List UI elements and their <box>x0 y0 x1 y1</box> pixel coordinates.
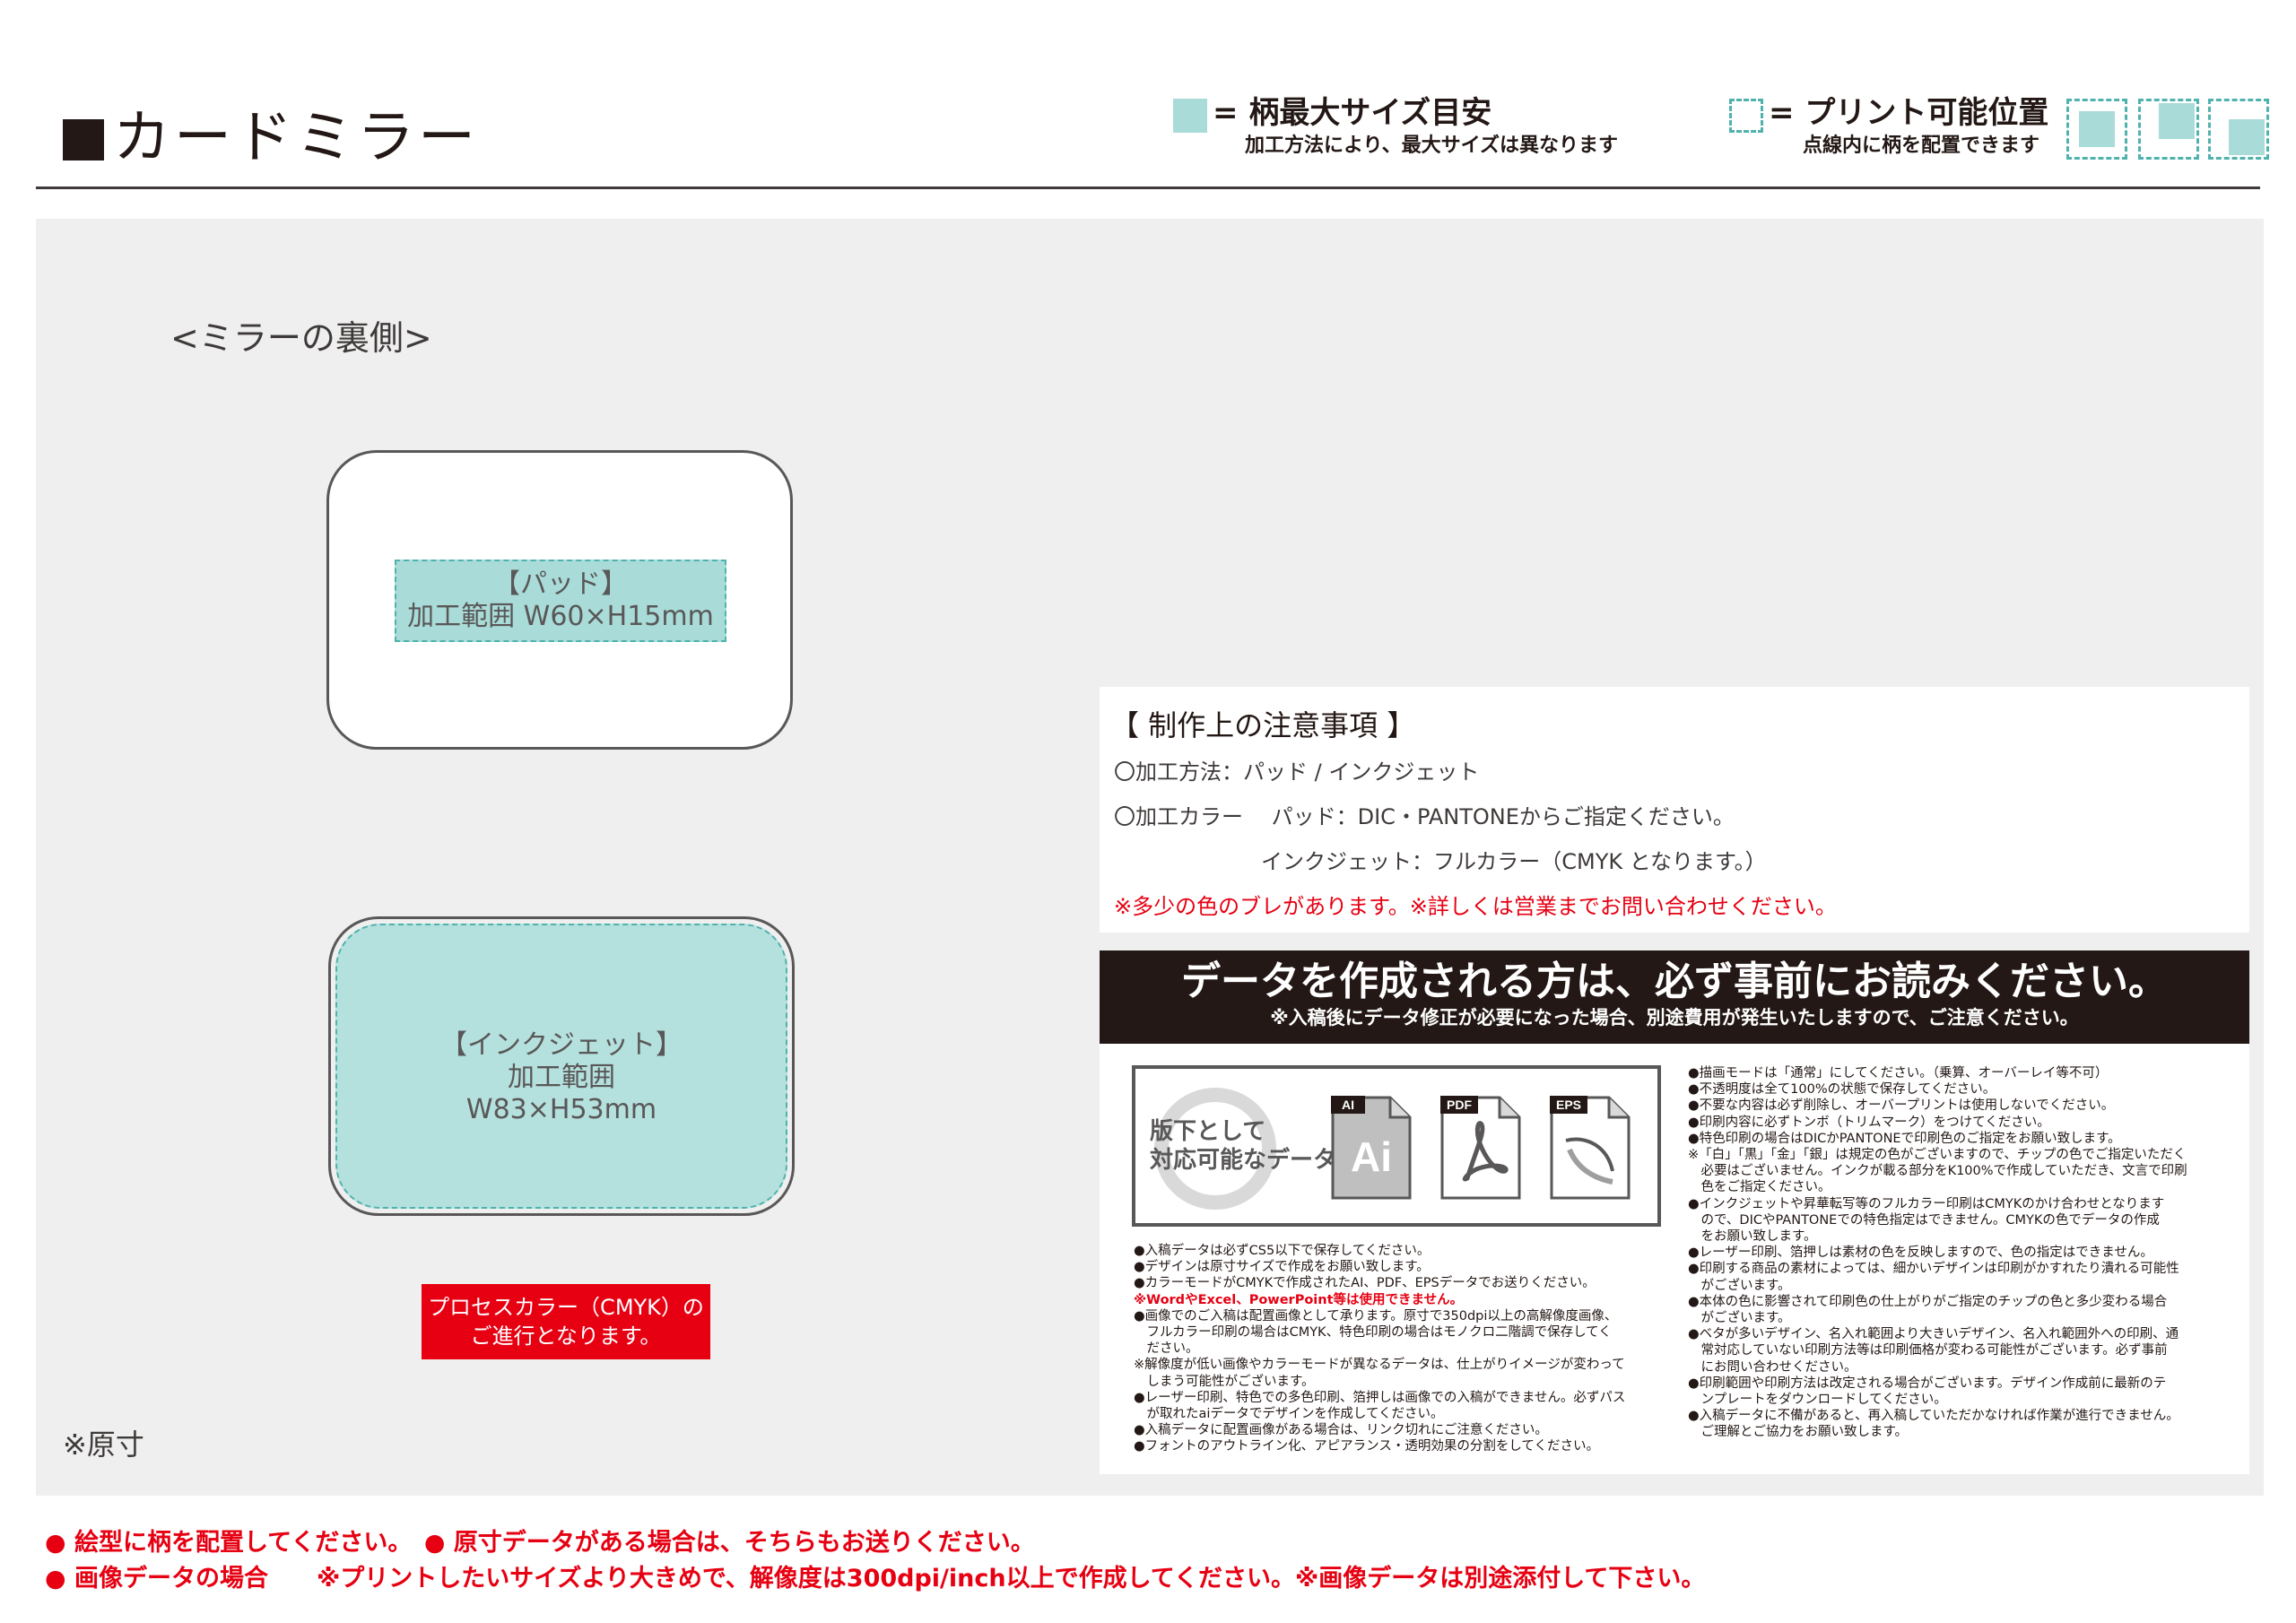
guideline-item: 色をご指定ください。 <box>1688 1180 1831 1195</box>
guideline-item: ※解像度が低い画像やカラーモードが異なるデータは、仕上がりイメージが変わって <box>1134 1358 1625 1373</box>
notes-warning: ※多少の色のブレがあります。※詳しくは営業までお問い合わせください。 <box>1114 894 1837 919</box>
process-line-2: ご進行となります。 <box>470 1324 662 1349</box>
guideline-item: ●画像でのご入稿は配置画像として承ります。原寸で350dpi以上の高解像度画像、 <box>1134 1308 1618 1324</box>
inkjet-title: 【インクジェット】 <box>440 1029 683 1061</box>
guideline-item: 必要はございません。インクが載る部分をK100%で作成していただき、文言で印刷 <box>1688 1164 2187 1179</box>
pad-range: 加工範囲 W60×H15mm <box>407 601 714 632</box>
position-example-bottom-right-icon <box>2208 99 2269 160</box>
black-square-icon <box>63 119 104 161</box>
ai-file-icon: AI Ai <box>1331 1096 1412 1200</box>
guideline-item: ださい。 <box>1134 1341 1199 1357</box>
guideline-item: ※「白」「黒」「金」「銀」は規定の色がございますので、チップの色でご指定いただく <box>1688 1148 2187 1163</box>
guideline-item: ●特色印刷の場合はDICかPANTONEで印刷色のご指定をお願い致します。 <box>1688 1131 2121 1146</box>
guideline-item: ンプレートをダウンロードしてください。 <box>1688 1393 1947 1408</box>
legend-fill-swatch <box>1173 99 1207 133</box>
section-label: <ミラーの裏側> <box>170 318 432 358</box>
eps-tag: EPS <box>1556 1098 1581 1112</box>
header-divider <box>36 187 2260 189</box>
notes-color-pad: 〇加工カラー パッド：DIC・PANTONEからご指定ください。 <box>1114 804 1735 829</box>
footer-line-2: ● 画像データの場合 ※プリントしたいサイズより大きめで、解像度は300dpi/… <box>45 1565 1706 1593</box>
legend-fill-sub: 加工方法により、最大サイズは異なります <box>1245 135 1619 157</box>
notes-title: 【 制作上の注意事項 】 <box>1110 708 1416 742</box>
process-line-1: プロセスカラー（CMYK）の <box>428 1295 704 1320</box>
data-header-sub: ※入稿後にデータ修正が必要になった場合、別途費用が発生いたしますので、ご注意くだ… <box>1270 1007 2079 1028</box>
formats-label: 版下として 対応可能なデータ <box>1150 1117 1336 1175</box>
guideline-item: ●カラーモードがCMYKで作成されたAI、PDF、EPSデータでお送りください。 <box>1134 1276 1596 1291</box>
footer-line-1: ● 絵型に柄を配置してください。 ● 原寸データがある場合は、そちらもお送りくだ… <box>45 1529 1035 1557</box>
position-example-center-icon <box>2066 99 2127 160</box>
pdf-file-icon: PDF <box>1440 1096 1521 1200</box>
pad-print-area: 【パッド】 加工範囲 W60×H15mm <box>395 560 726 642</box>
legend-dash-swatch <box>1729 99 1763 133</box>
pad-title: 【パッド】 <box>493 568 628 600</box>
inkjet-range-size: W83×H53mm <box>465 1094 657 1125</box>
inkjet-range-label: 加工範囲 <box>508 1062 615 1093</box>
right-guidelines-list: ●描画モードは「通常」にしてください。（乗算、オーバーレイ等不可） ●不透明度は全… <box>1688 1065 2187 1441</box>
guideline-item: ●不要な内容は必ず削除し、オーバープリントは使用しないでください。 <box>1688 1098 2115 1114</box>
guideline-item: ●ベタが多いデザイン、名入れ範囲より大きいデザイン、名入れ範囲外への印刷、通 <box>1688 1327 2179 1342</box>
formats-label-line-2: 対応可能なデータ <box>1150 1147 1337 1174</box>
data-header: データを作成される方は、必ず事前にお読みください。 ※入稿後にデータ修正が必要に… <box>1100 950 2249 1044</box>
legend-fill-label: = 柄最大サイズ目安 <box>1213 95 1492 131</box>
ai-tag: AI <box>1342 1098 1354 1112</box>
guideline-item: ●レーザー印刷、箔押しは素材の色を反映しますので、色の指定はできません。 <box>1688 1245 2153 1261</box>
guideline-item: ●入稿データは必ずCS5以下で保存してください。 <box>1134 1244 1431 1258</box>
guideline-item: ●デザインは原寸サイズで作成をお願い致します。 <box>1134 1260 1430 1275</box>
guideline-item: ●入稿データに不備があると、再入稿していただかなければ作業が進行できません。 <box>1688 1409 2179 1424</box>
guideline-item: ●印刷範囲や印刷方法は改定される場合がございます。デザイン作成前に最新のテ <box>1688 1376 2167 1391</box>
actual-size-note: ※原寸 <box>63 1428 144 1462</box>
ai-glyph: Ai <box>1351 1133 1392 1180</box>
guideline-item: しまう可能性がございます。 <box>1134 1374 1315 1389</box>
guideline-item: 常対応していない印刷方法等は印刷価格が変わる可能性がございます。必ず事前 <box>1688 1343 2168 1358</box>
data-header-main: データを作成される方は、必ず事前にお読みください。 <box>1181 959 2168 1004</box>
guideline-item: ●本体の色に影響されて印刷色の仕上がりがご指定のチップの色と多少変わる場合 <box>1688 1294 2168 1309</box>
legend-dash-label: = プリント可能位置 <box>1769 95 2049 131</box>
guideline-item: ●レーザー印刷、特色での多色印刷、箔押しは画像での入稿ができません。必ずパス <box>1134 1390 1626 1405</box>
page-title-text: カードミラー <box>113 105 479 171</box>
guideline-item: ●不透明度は全て100%の状態で保存してください。 <box>1688 1082 1996 1098</box>
guideline-item: ので、DICやPANTONEでの特色指定はできません。CMYKの色でデータの作成 <box>1688 1212 2160 1228</box>
guideline-item: ●入稿データに配置画像がある場合は、リンク切れにご注意ください。 <box>1134 1423 1548 1438</box>
left-guidelines-list: ●入稿データは必ずCS5以下で保存してください。 ●デザインは原寸サイズで作成をお… <box>1134 1243 1625 1455</box>
legend-dash-sub: 点線内に柄を配置できます <box>1803 135 2040 157</box>
guideline-item: ●印刷する商品の素材によっては、細かいデザインは印刷がかすれたり潰れる可能性 <box>1688 1262 2179 1277</box>
formats-label-line-1: 版下として <box>1150 1118 1266 1145</box>
notes-method: 〇加工方法：パッド / インクジェット <box>1114 759 1480 785</box>
guideline-item: ●フォントのアウトライン化、アピアランス・透明効果の分割をしてください。 <box>1134 1439 1599 1454</box>
guideline-item: がございます。 <box>1688 1311 1791 1326</box>
guideline-item: が取れたaiデータでデザインを作成してください。 <box>1134 1407 1444 1422</box>
process-color-badge: プロセスカラー（CMYK）の ご進行となります。 <box>422 1284 710 1359</box>
position-example-top-right-icon <box>2138 99 2199 160</box>
guideline-item: がございます。 <box>1688 1278 1791 1293</box>
guideline-item: フルカラー印刷の場合はCMYK、特色印刷の場合はモノクロ二階調で保存してく <box>1134 1325 1612 1341</box>
guideline-item: ご理解とご協力をお願い致します。 <box>1688 1425 1909 1440</box>
guideline-item: ●描画モードは「通常」にしてください。（乗算、オーバーレイ等不可） <box>1688 1066 2109 1081</box>
pdf-tag: PDF <box>1447 1098 1472 1112</box>
guideline-item: ●印刷内容に必ずトンボ（トリムマーク）をつけてください。 <box>1688 1115 2050 1130</box>
guideline-item: をお願い致します。 <box>1688 1229 1817 1245</box>
notes-color-inkjet: インクジェット：フルカラー（CMYK となります。） <box>1261 849 1767 874</box>
guideline-item: ●インクジェットや昇華転写等のフルカラー印刷はCMYKのかけ合わせとなります <box>1688 1196 2165 1211</box>
eps-file-icon: EPS <box>1550 1096 1631 1200</box>
inkjet-print-area: 【インクジェット】 加工範囲 W83×H53mm <box>335 924 787 1209</box>
guideline-item: ※WordやExcel、PowerPoint等は使用できません。 <box>1134 1292 1464 1307</box>
page-title: カードミラー <box>63 106 479 170</box>
guideline-item: にお問い合わせください。 <box>1688 1359 1857 1375</box>
